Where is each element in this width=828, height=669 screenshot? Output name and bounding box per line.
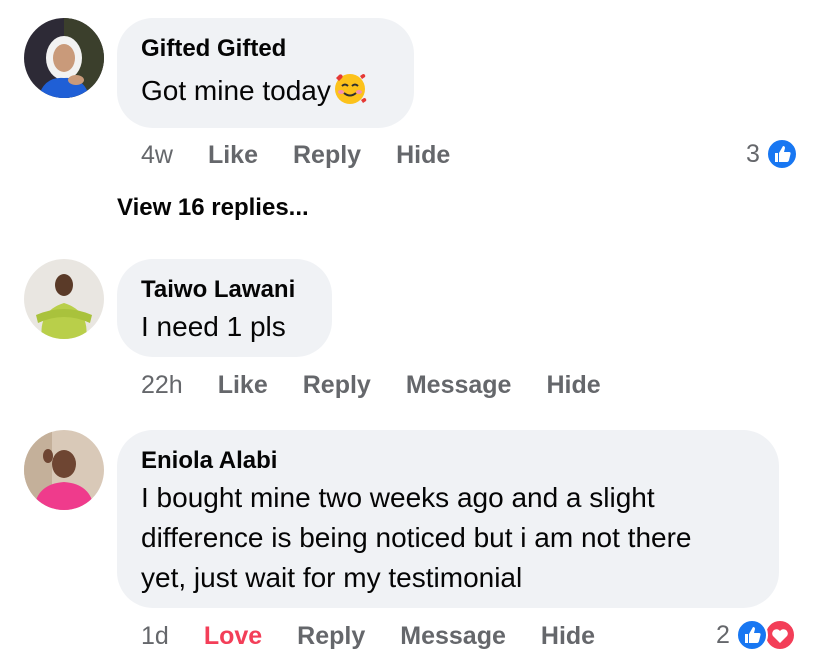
avatar[interactable] xyxy=(24,259,104,339)
reaction-count: 2 xyxy=(716,620,730,649)
comment-text-content: Got mine today xyxy=(141,75,331,106)
avatar[interactable] xyxy=(24,18,104,98)
comment-text-line: difference is being noticed but i am not… xyxy=(141,522,692,553)
smiling-face-with-hearts-icon xyxy=(332,70,368,117)
comment-author[interactable]: Eniola Alabi xyxy=(141,446,755,476)
timestamp[interactable]: 22h xyxy=(141,371,183,400)
message-button[interactable]: Message xyxy=(406,371,512,400)
reaction-summary[interactable]: 2 xyxy=(716,617,796,653)
comment-bubble: Gifted Gifted Got mine today xyxy=(117,18,414,128)
comment-actions: 4w Like Reply Hide xyxy=(141,137,485,173)
reply-button[interactable]: Reply xyxy=(293,141,361,170)
hide-button[interactable]: Hide xyxy=(396,141,450,170)
comment-text-line: I bought mine two weeks ago and a slight xyxy=(141,482,655,513)
like-button[interactable]: Like xyxy=(208,141,258,170)
reply-button[interactable]: Reply xyxy=(303,371,371,400)
comment-bubble: Taiwo Lawani I need 1 pls xyxy=(117,259,332,357)
love-icon xyxy=(763,619,796,651)
comment-text: I need 1 pls xyxy=(141,311,286,342)
comment-actions: 1d Love Reply Message Hide xyxy=(141,618,630,654)
love-reaction-button[interactable]: Love xyxy=(204,622,262,651)
comment-author[interactable]: Gifted Gifted xyxy=(141,34,390,64)
avatar[interactable] xyxy=(24,430,104,510)
timestamp[interactable]: 4w xyxy=(141,141,173,170)
like-icon xyxy=(735,619,768,651)
comment-text: Got mine today xyxy=(141,70,390,117)
view-replies-link[interactable]: View 16 replies... xyxy=(117,194,309,222)
reply-button[interactable]: Reply xyxy=(297,622,365,651)
comment-text-line: yet, just wait for my testimonial xyxy=(141,562,523,593)
reaction-summary[interactable]: 3 xyxy=(746,136,798,172)
like-icon xyxy=(765,138,798,170)
reaction-count: 3 xyxy=(746,139,760,168)
hide-button[interactable]: Hide xyxy=(546,371,600,400)
timestamp[interactable]: 1d xyxy=(141,622,169,651)
hide-button[interactable]: Hide xyxy=(541,622,595,651)
comment-actions: 22h Like Reply Message Hide xyxy=(141,367,636,403)
message-button[interactable]: Message xyxy=(400,622,506,651)
comment-text: I bought mine two weeks ago and a slight… xyxy=(141,478,755,598)
comment-author[interactable]: Taiwo Lawani xyxy=(141,275,308,305)
like-button[interactable]: Like xyxy=(218,371,268,400)
comment-bubble: Eniola Alabi I bought mine two weeks ago… xyxy=(117,430,779,608)
